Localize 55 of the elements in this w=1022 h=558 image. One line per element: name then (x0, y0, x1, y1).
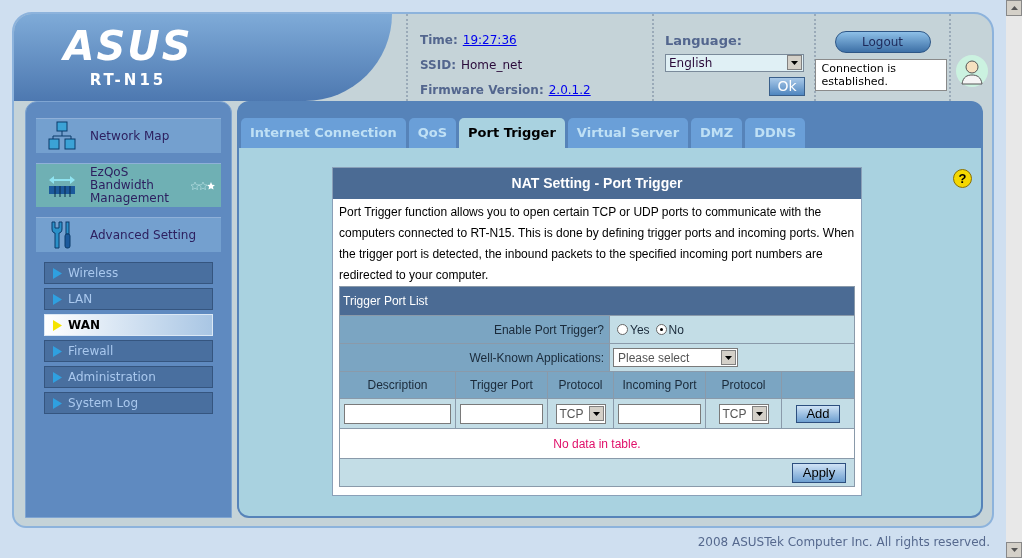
description-field[interactable] (344, 403, 451, 424)
triangle-icon (53, 397, 62, 409)
sidebar-item[interactable]: System Log (44, 392, 213, 414)
language-label: Language: (665, 32, 743, 50)
sidebar-item[interactable]: Wireless (44, 262, 213, 284)
bandwidth-icon (48, 173, 76, 198)
sidebar-item[interactable]: Administration (44, 366, 213, 388)
time-link[interactable]: 19:27:36 (462, 31, 517, 49)
triangle-icon (53, 345, 62, 357)
menu-label: EzQoS Bandwidth Management (90, 166, 171, 205)
sidebar-menu-item[interactable]: Advanced Setting (36, 217, 221, 252)
enable-label: Enable Port Trigger? (340, 316, 610, 343)
sidebar-item[interactable]: WAN (44, 314, 213, 336)
tools-icon (50, 220, 74, 250)
ssid-value: Home_net (461, 57, 523, 74)
radio-option[interactable]: No (655, 320, 684, 339)
network-map-icon (48, 121, 76, 151)
language-dropdown[interactable]: English (665, 53, 804, 72)
ssid-label: SSID: (420, 57, 456, 74)
help-icon[interactable]: ? (953, 169, 972, 188)
sidebar-menu-item[interactable]: EzQoS Bandwidth Management (36, 163, 221, 207)
triangle-icon (53, 371, 62, 383)
form-description: Port Trigger function allows you to open certain TCP or UDP ports to communicate with the computers connected to RT-N15. This is done by defining trigger ports and incoming ports. When the trigger port is detected, the inbound packets to the specified incoming port numbers are redirected to your computer. (338, 204, 856, 284)
logo: ASUS (63, 26, 193, 66)
triangle-icon (53, 319, 62, 331)
avatar-icon (954, 54, 989, 88)
menu-label: Network Map (90, 129, 171, 143)
sidebar-item[interactable]: LAN (44, 288, 213, 310)
logout-button[interactable]: Logout (834, 31, 931, 53)
trigger-port-field[interactable] (460, 403, 543, 424)
list-title: Trigger Port List (340, 287, 854, 315)
protocol-dropdown[interactable]: TCP (718, 403, 769, 424)
scrollbar[interactable] (1006, 0, 1022, 558)
status-message: Connection is established. (814, 59, 947, 91)
tab[interactable]: Port Trigger (459, 118, 565, 148)
incoming-port-field[interactable] (618, 403, 701, 424)
scroll-up-icon[interactable] (1006, 0, 1022, 16)
protocol-dropdown[interactable]: TCP (555, 403, 606, 424)
model-name: RT-N15 (89, 70, 167, 91)
add-button[interactable]: Add (796, 404, 840, 423)
sidebar-menu-item[interactable]: Network Map (36, 118, 221, 153)
form-title: NAT Setting - Port Trigger (333, 168, 861, 199)
apps-label: Well-Known Applications: (340, 344, 610, 371)
applications-dropdown[interactable]: Please select (613, 348, 738, 367)
time-label: Time: (420, 32, 458, 49)
apply-button[interactable]: Apply (792, 462, 846, 483)
triangle-icon (53, 293, 62, 305)
footer-copyright: 2008 ASUSTek Computer Inc. All rights reserved. (696, 534, 991, 551)
radio-option[interactable]: Yes (617, 320, 650, 339)
firmware-link[interactable]: 2.0.1.2 (548, 81, 591, 99)
menu-label: Advanced Setting (90, 228, 198, 242)
triangle-icon (53, 267, 62, 279)
scroll-down-icon[interactable] (1006, 542, 1022, 558)
sidebar-item[interactable]: Firewall (44, 340, 213, 362)
firmware-label: Firmware Version: (420, 82, 544, 99)
